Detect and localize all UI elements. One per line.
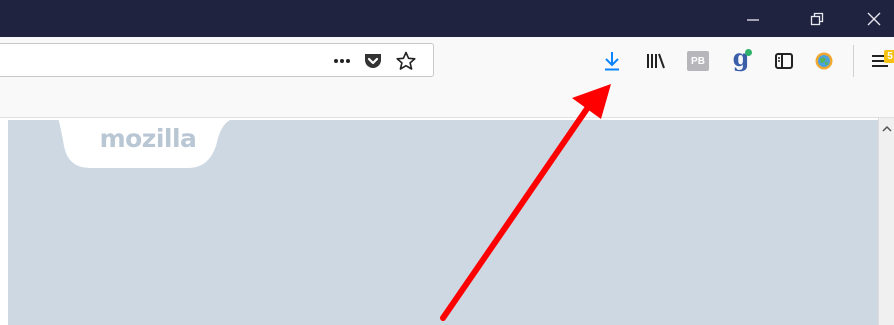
pocket-icon	[365, 54, 381, 68]
menu-update-badge: 5	[884, 50, 894, 63]
downloads-button[interactable]	[600, 49, 624, 73]
navigation-toolbar: PB g	[0, 37, 894, 85]
page-scrollbar[interactable]	[878, 118, 894, 325]
library-icon	[647, 53, 665, 69]
grammarly-button[interactable]: g	[729, 46, 753, 73]
scroll-up-arrow-icon[interactable]	[879, 122, 894, 136]
star-icon	[396, 51, 416, 70]
sidebar-button[interactable]	[772, 49, 796, 73]
close-window-button[interactable]	[851, 0, 894, 37]
mozilla-logo-text: mozilla	[99, 124, 197, 153]
pb-extension-button[interactable]: PB	[687, 51, 709, 71]
minimize-icon	[747, 18, 759, 21]
grammarly-badge-icon	[745, 49, 752, 56]
restore-icon	[810, 12, 824, 25]
close-icon	[867, 12, 881, 25]
download-icon	[605, 52, 619, 71]
restore-button[interactable]	[794, 0, 840, 37]
toolbar-separator	[853, 45, 854, 77]
page-actions-button[interactable]	[327, 44, 357, 78]
sidebar-icon	[775, 53, 793, 69]
globe-extension-button[interactable]	[812, 49, 836, 73]
library-button[interactable]	[644, 49, 668, 73]
bookmark-star-button[interactable]	[391, 44, 421, 78]
mozilla-logo-tab: mozilla	[58, 118, 238, 170]
window-titlebar	[0, 0, 894, 37]
ellipsis-icon	[334, 59, 350, 63]
bookmarks-toolbar	[0, 85, 894, 118]
pocket-button[interactable]	[358, 44, 388, 78]
minimize-button[interactable]	[730, 0, 776, 37]
globe-extension-icon	[815, 52, 833, 70]
url-bar[interactable]	[0, 43, 434, 77]
pb-extension-label: PB	[691, 55, 705, 67]
